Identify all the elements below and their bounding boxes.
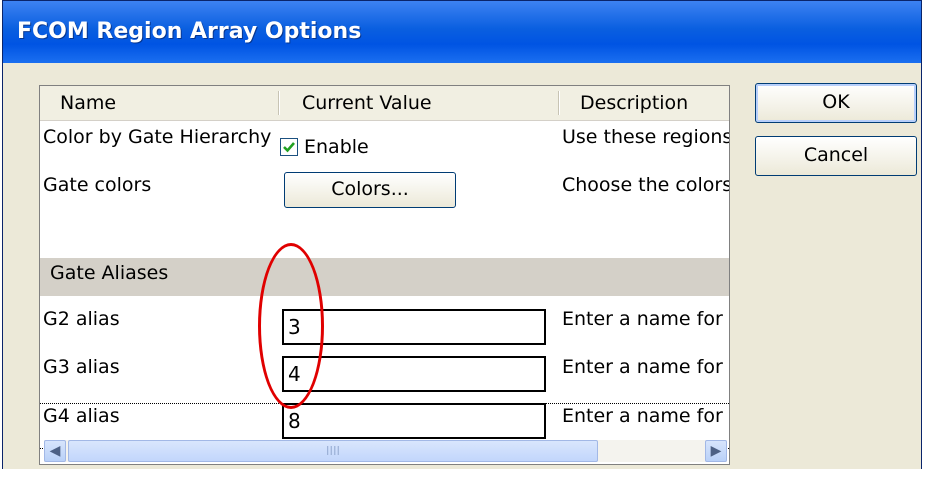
row-description-g4-alias: Enter a name for g — [562, 405, 730, 427]
column-divider[interactable] — [278, 91, 280, 115]
scroll-left-button[interactable]: ◀ — [44, 440, 66, 462]
row-name-color-by-gate: Color by Gate Hierarchy — [43, 126, 272, 148]
cancel-button[interactable]: Cancel — [755, 136, 917, 176]
column-divider[interactable] — [558, 91, 560, 115]
row-name-g2-alias: G2 alias — [43, 308, 120, 330]
g3-alias-input[interactable]: 4 — [282, 356, 546, 392]
chevron-right-icon: ▶ — [710, 443, 722, 459]
checkmark-icon — [283, 142, 295, 153]
window-title: FCOM Region Array Options — [17, 19, 362, 44]
property-grid: Name Current Value Description Color by … — [39, 85, 730, 465]
scroll-grip: IIII — [325, 444, 341, 458]
row-description-gate-colors: Choose the colors — [562, 174, 730, 196]
colors-button[interactable]: Colors... — [284, 172, 456, 208]
scroll-right-button[interactable]: ▶ — [705, 440, 727, 462]
scroll-thumb[interactable]: IIII — [68, 440, 598, 462]
title-bar[interactable]: FCOM Region Array Options — [3, 1, 921, 63]
row-description-color-by-gate: Use these regions — [562, 126, 730, 148]
dialog-window: FCOM Region Array Options Name Current V… — [2, 0, 922, 469]
ok-button[interactable]: OK — [755, 83, 917, 123]
header-current-value[interactable]: Current Value — [302, 92, 432, 114]
red-annotation-ellipse — [258, 243, 324, 409]
enable-label[interactable]: Enable — [304, 136, 369, 158]
header-name[interactable]: Name — [60, 92, 116, 114]
row-name-gate-colors: Gate colors — [43, 174, 152, 196]
g4-alias-input[interactable]: 8 — [282, 403, 546, 439]
chevron-left-icon: ◀ — [49, 443, 61, 459]
row-name-g3-alias: G3 alias — [43, 356, 120, 378]
row-description-g3-alias: Enter a name for g — [562, 356, 730, 378]
header-description[interactable]: Description — [580, 92, 688, 114]
group-row-gate-aliases[interactable]: Gate Aliases — [40, 258, 729, 296]
row-description-g2-alias: Enter a name for g — [562, 308, 730, 330]
grid-header: Name Current Value Description — [40, 86, 729, 121]
group-label: Gate Aliases — [50, 262, 169, 284]
row-name-g4-alias: G4 alias — [43, 405, 120, 427]
enable-checkbox[interactable] — [280, 138, 298, 156]
horizontal-scrollbar[interactable]: ◀ IIII ▶ — [44, 440, 727, 462]
